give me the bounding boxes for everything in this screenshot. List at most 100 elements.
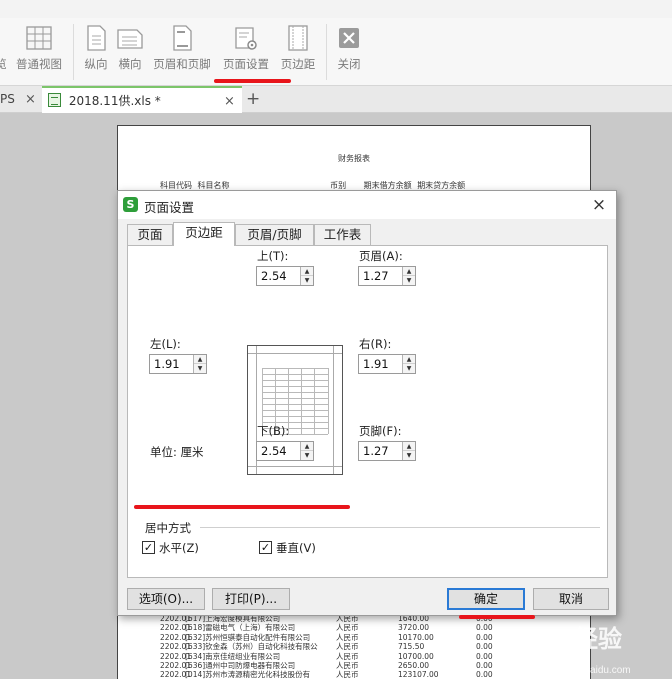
table-row: 2202.01 [632]苏州恒骐泰自动化配件有限公司 人民币 10170.00 0.0… [160,633,520,642]
watermark-url: jingyan.baidu.com [549,665,631,676]
bottom-margin-input[interactable]: 2.54 ▲ ▼ [256,441,314,461]
left-margin-input[interactable]: 1.91 ▲ ▼ [149,354,207,374]
ribbon-top-strip [0,0,672,18]
spin-down-icon[interactable]: ▼ [301,451,313,460]
spin-down-icon[interactable]: ▼ [301,276,313,285]
bottom-margin-label: 下(B): [257,424,290,438]
tab-page[interactable]: 页面 [127,224,173,246]
tab-close-icon[interactable]: × [25,86,36,113]
toolbar-print-preview-button[interactable]: 览 [0,24,8,72]
sheet-header-cell: 币别 [330,181,347,190]
table-cell: [014]苏州市涛源精密光化科技股份有 [185,670,311,679]
footer-margin-input[interactable]: 1.27 ▲ ▼ [358,441,416,461]
centering-group-label: 居中方式 [145,521,191,535]
header-margin-label: 页眉(A): [359,249,403,263]
left-margin-label: 左(L): [150,337,181,351]
dialog-title: 页面设置 [144,200,195,215]
tab-label: 2018.11供.xls * [68,94,161,108]
center-horizontal-label: 水平(Z) [159,541,199,555]
center-horizontal-checkbox[interactable]: ✓ [142,541,155,554]
close-icon [339,28,359,48]
table-row: 2202.01 [634]南京佳纽组业有限公司 人民币 10700.00 0.00 [160,652,520,661]
preview-grid-line [314,368,315,434]
spin-up-icon[interactable]: ▲ [301,267,313,276]
tab-worksheet[interactable]: 工作表 [314,224,371,246]
table-cell: [632]苏州恒骐泰自动化配件有限公司 [185,632,311,642]
print-preview-icon [0,24,6,52]
tab-header-footer[interactable]: 页眉/页脚 [235,224,314,246]
sheet-header-cell: 期末借方余额 [363,181,412,190]
print-button[interactable]: 打印(P)... [212,588,290,610]
right-margin-input[interactable]: 1.91 ▲ ▼ [358,354,416,374]
toolbar-landscape-button[interactable]: 横向 [114,24,146,72]
options-button[interactable]: 选项(O)... [127,588,205,610]
table-cell: 0.00 [476,670,493,679]
normal-view-icon [26,26,52,50]
spin-up-icon[interactable]: ▲ [403,267,415,276]
document-tab-wps[interactable]: PS × [0,86,40,113]
tab-close-icon[interactable]: × [224,88,235,115]
table-cell: 人民币 [336,651,359,661]
top-margin-input[interactable]: 2.54 ▲ ▼ [256,266,314,286]
header-margin-input[interactable]: 1.27 ▲ ▼ [358,266,416,286]
portrait-icon [87,25,106,51]
cancel-button[interactable]: 取消 [533,588,609,610]
table-cell: 人民币 [336,642,359,652]
preview-margin-line [248,353,342,354]
toolbar-page-setup-button[interactable]: 页面设置 [220,24,272,72]
spin-up-icon[interactable]: ▲ [301,442,313,451]
center-vertical-label: 垂直(V) [276,541,316,555]
center-vertical-checkbox[interactable]: ✓ [259,541,272,554]
table-cell: 0.00 [476,632,493,642]
table-cell: 0.00 [476,623,493,633]
new-tab-button[interactable]: + [246,86,262,113]
preview-grid-line [262,386,328,387]
toolbar-page-margins-button[interactable]: 页边距 [278,24,318,72]
table-row: 2202.01 [618]雷磁电气（上海）有限公司 人民币 3720.00 0.00 [160,623,520,632]
table-cell: 人民币 [336,670,359,679]
table-cell: 0.00 [476,642,493,652]
preview-grid-line [262,392,328,393]
table-cell: [636]通州中司防爆电器有限公司 [185,660,296,670]
landscape-icon [117,29,143,49]
page-setup-dialog: S 页面设置 × 页面 页边距 页眉/页脚 工作表 上(T): 2.54 ▲ ▼ … [117,190,617,616]
preview-grid-line [262,416,328,417]
table-row: 2202.01 [014]苏州市涛源精密光化科技股份有 人民币 123107.00 0.… [160,670,520,679]
toolbar-separator [326,24,327,80]
sheet-header-cell: 科目名称 [197,181,230,190]
dialog-close-icon[interactable]: × [588,194,610,216]
preview-margin-line [248,466,342,467]
toolbar-portrait-button[interactable]: 纵向 [80,24,112,72]
toolbar-normal-view-button[interactable]: 普通视图 [14,24,64,72]
spin-down-icon[interactable]: ▼ [403,276,415,285]
ok-button[interactable]: 确定 [447,588,525,610]
header-footer-icon [173,25,192,51]
dialog-title-bar: S 页面设置 × [118,191,616,219]
spin-down-icon[interactable]: ▼ [403,364,415,373]
spin-up-icon[interactable]: ▲ [403,442,415,451]
wps-logo-icon: S [123,197,138,212]
preview-grid-line [262,380,328,381]
table-cell: 10170.00 [398,632,434,642]
table-cell: [634]南京佳纽组业有限公司 [185,651,281,661]
top-margin-value: 2.54 [261,269,287,283]
baidu-jingyan-watermark: Bai 经验 jingyan.baidu.com [530,625,631,676]
toolbar-header-footer-button[interactable]: 页眉和页脚 [150,24,214,72]
table-cell: 3720.00 [398,623,430,633]
spin-down-icon[interactable]: ▼ [403,451,415,460]
tab-margins[interactable]: 页边距 [173,222,235,246]
spreadsheet-file-icon [48,93,61,107]
margins-tab-panel: 上(T): 2.54 ▲ ▼ 页眉(A): 1.27 ▲ ▼ 左(L): 1.91 … [127,245,608,578]
annotation-underline-page-setup [214,79,291,83]
right-margin-label: 右(R): [359,337,392,351]
footer-margin-value: 1.27 [363,444,389,458]
spin-up-icon[interactable]: ▲ [194,355,206,364]
table-row: 2202.01 [633]钦金森（苏州）自动化科技有限公 人民币 715.50 0.00 [160,642,520,651]
spin-down-icon[interactable]: ▼ [194,364,206,373]
spin-up-icon[interactable]: ▲ [403,355,415,364]
table-cell: [618]雷磁电气（上海）有限公司 [185,623,296,633]
document-tab-xls[interactable]: 2018.11供.xls * × [42,86,242,113]
table-cell: 10700.00 [398,651,434,661]
toolbar-close-button[interactable]: 关闭 [332,24,366,72]
sheet-rows: 2202.01[617]上海宏度模具有限公司人民币1640.000.002202… [160,614,520,679]
